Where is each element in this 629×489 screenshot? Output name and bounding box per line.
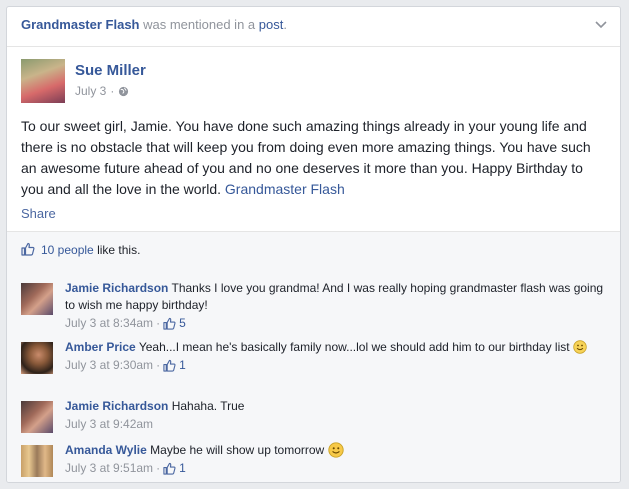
comment-time[interactable]: July 3 at 8:34am: [65, 315, 153, 332]
globe-icon: [119, 86, 129, 96]
author-name[interactable]: Sue Miller: [75, 62, 146, 79]
page-name-link[interactable]: Grandmaster Flash: [21, 17, 140, 32]
post-card: Grandmaster Flash was mentioned in a pos…: [6, 6, 621, 483]
post-date[interactable]: July 3: [75, 84, 106, 98]
smiley-emoji-icon: [327, 442, 344, 458]
commenter-name[interactable]: Amanda Wylie: [65, 443, 147, 457]
thumbs-up-icon[interactable]: [163, 317, 176, 330]
comment-text: Maybe he will show up tomorrow: [150, 443, 325, 457]
mention-text: was mentioned in a: [143, 17, 256, 32]
commenter-avatar[interactable]: [21, 342, 53, 374]
comment-body: Amanda Wylie Maybe he will show up tomor…: [65, 442, 605, 477]
comment-body: Jamie Richardson Hahaha. True July 3 at …: [65, 398, 605, 433]
post-meta: July 3 ·: [75, 84, 129, 98]
meta-separator: ·: [110, 84, 115, 98]
mention-link[interactable]: Grandmaster Flash: [225, 181, 345, 197]
comment-text: Yeah...I mean he's basically family now.…: [138, 340, 570, 354]
commenter-avatar[interactable]: [21, 283, 53, 315]
commenter-name[interactable]: Jamie Richardson: [65, 399, 168, 413]
thumbs-up-icon[interactable]: [163, 359, 176, 372]
comment-body: Jamie Richardson Thanks I love you grand…: [65, 280, 605, 332]
likes-suffix: like this.: [97, 243, 141, 257]
comment-meta: July 3 at 9:51am · 1: [65, 460, 605, 477]
likes-text: 10 people like this.: [41, 243, 140, 257]
meta-separator: ·: [156, 316, 161, 330]
comment-time[interactable]: July 3 at 9:51am: [65, 460, 153, 477]
commenter-name[interactable]: Jamie Richardson: [65, 281, 168, 295]
commenter-avatar[interactable]: [21, 445, 53, 477]
post-link[interactable]: post: [259, 17, 284, 32]
comment-time[interactable]: July 3 at 9:30am: [65, 357, 153, 374]
header-period: .: [283, 17, 287, 32]
story-header: Grandmaster Flash was mentioned in a pos…: [21, 17, 287, 32]
post-body: To our sweet girl, Jamie. You have done …: [21, 116, 606, 200]
author-avatar[interactable]: [21, 59, 65, 103]
likes-count-link[interactable]: 10 people: [41, 243, 94, 257]
header-divider: [7, 46, 620, 47]
commenter-name[interactable]: Amber Price: [65, 340, 136, 354]
comment-meta: July 3 at 8:34am · 5: [65, 315, 605, 332]
commenter-avatar[interactable]: [21, 401, 53, 433]
comment-like-count[interactable]: 1: [179, 460, 186, 477]
comment-like-count[interactable]: 1: [179, 357, 186, 374]
meta-separator: ·: [156, 358, 161, 372]
comment-text: Hahaha. True: [171, 399, 245, 413]
comment-meta: July 3 at 9:30am · 1: [65, 357, 605, 374]
smiley-emoji-icon: [573, 340, 587, 354]
comment-meta: July 3 at 9:42am: [65, 416, 605, 433]
comment-time[interactable]: July 3 at 9:42am: [65, 416, 153, 433]
share-button[interactable]: Share: [21, 206, 56, 221]
comment-like-count[interactable]: 5: [179, 315, 186, 332]
comments-section: Jamie Richardson Thanks I love you grand…: [7, 268, 620, 482]
chevron-down-icon[interactable]: [594, 17, 608, 31]
meta-separator: ·: [156, 461, 161, 475]
thumbs-up-icon[interactable]: [163, 462, 176, 475]
comment-body: Amber Price Yeah...I mean he's basically…: [65, 339, 605, 374]
likes-summary: 10 people like this.: [7, 231, 620, 269]
thumbs-up-icon: [21, 242, 35, 256]
